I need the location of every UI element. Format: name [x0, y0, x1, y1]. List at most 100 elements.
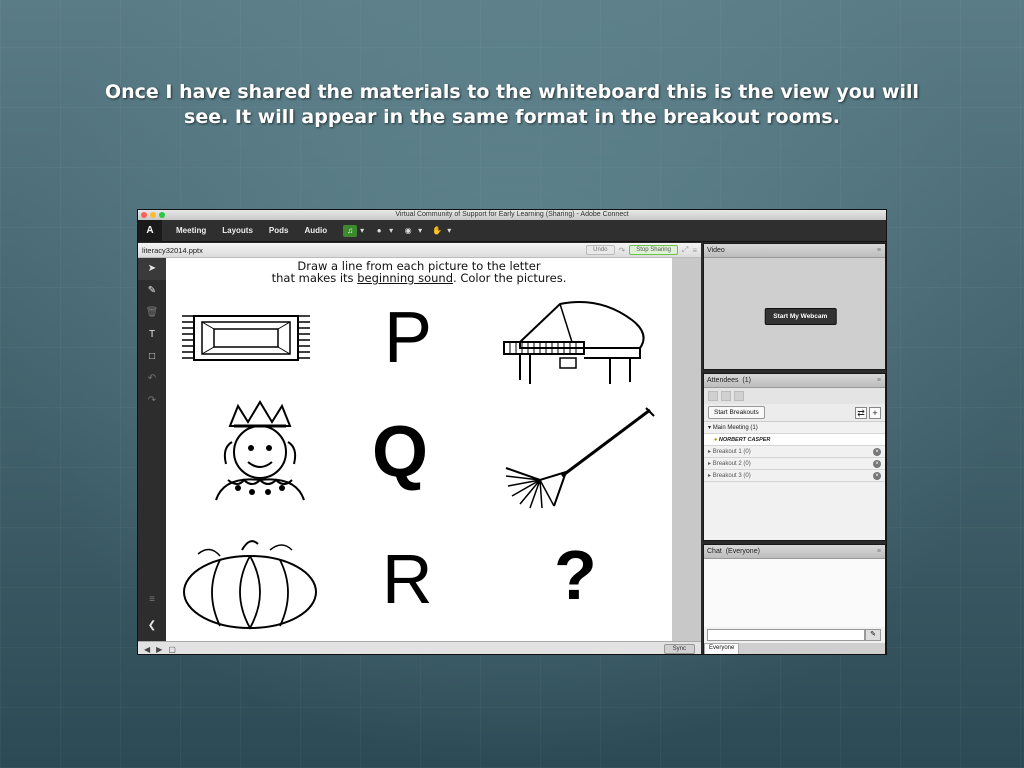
camera-control[interactable]: ◉ ▾ [401, 225, 423, 237]
attendees-pod: Attendees (1) ≡ Start Breakouts ⇄ + ▾ Ma… [703, 373, 886, 541]
speaker-control[interactable]: ♫ ▾ [343, 224, 365, 237]
raise-hand-control[interactable]: ✋ ▾ [430, 225, 451, 237]
speaker-icon: ♫ [343, 224, 358, 237]
menu-layouts[interactable]: Layouts [214, 226, 261, 235]
chat-pod-header: Chat (Everyone) ≡ [704, 545, 885, 559]
queen-picture [215, 400, 305, 501]
piano-picture [503, 301, 645, 384]
microphone-icon: ● [376, 226, 382, 235]
worksheet-instructions: Draw a line from each picture to the let… [166, 260, 672, 284]
chat-pod-title: Chat [707, 548, 722, 555]
remove-breakout-icon[interactable]: × [873, 447, 881, 456]
main-meeting-label: Main Meeting (1) [712, 424, 758, 431]
selection-tool-icon[interactable]: ➤ [138, 258, 166, 280]
workspace: literacy32014.pptx Undo ↷ Stop Sharing ⤢… [138, 243, 886, 654]
rug-picture [182, 315, 310, 361]
chevron-down-icon: ▾ [447, 226, 452, 235]
mystery-question-mark: ? [554, 536, 597, 614]
start-webcam-button[interactable]: Start My Webcam [764, 308, 837, 325]
microphone-control[interactable]: ● ▾ [372, 225, 393, 237]
close-window-button[interactable] [141, 212, 147, 218]
sort-icon[interactable] [734, 391, 744, 401]
chevron-down-icon: ▾ [360, 226, 365, 235]
pod-options-icon[interactable]: ≡ [877, 548, 881, 555]
redo-icon[interactable]: ↷ [619, 246, 626, 255]
pod-options-icon[interactable]: ≡ [877, 377, 881, 384]
menu-pods[interactable]: Pods [261, 226, 297, 235]
undo-tool-icon[interactable]: ↶ [138, 368, 166, 390]
delete-tool-icon[interactable]: 🗑 [138, 302, 166, 324]
chat-messages [704, 559, 885, 627]
chat-input[interactable] [707, 629, 865, 641]
zoom-window-button[interactable] [159, 212, 165, 218]
collapse-toolbar-icon[interactable]: ❮ [138, 615, 166, 637]
video-area: Start My Webcam [704, 258, 885, 369]
shape-tool-icon[interactable]: □ [138, 346, 166, 368]
share-pod-footer: ◀ ▶ ▢ Sync [138, 641, 701, 654]
chat-scope: (Everyone) [725, 548, 760, 555]
instruction-pre: that makes its [271, 271, 358, 285]
instruction-underlined: beginning sound [357, 271, 454, 285]
window-titlebar: Virtual Community of Support for Early L… [138, 210, 886, 220]
page-list-icon[interactable]: ▢ [168, 645, 176, 654]
breakout-room-row[interactable]: ▸ Breakout 1 (0) × [704, 446, 885, 458]
worksheet-document: Draw a line from each picture to the let… [166, 258, 672, 641]
attendee-row[interactable]: ● NORBERT CASPER [704, 434, 885, 446]
letter-p: P [384, 298, 433, 378]
pumpkin-picture [183, 540, 317, 630]
chevron-down-icon: ▾ [389, 226, 394, 235]
redo-tool-icon[interactable]: ↷ [138, 390, 166, 412]
breakout-room-label: Breakout 2 (0) [712, 460, 751, 467]
whiteboard-toolbar: ➤ ✎ 🗑 T □ ↶ ↷ ≡ ❮ [138, 258, 166, 641]
pod-menu-icon[interactable]: ≡ [692, 246, 697, 255]
shuffle-icon[interactable]: ⇄ [855, 406, 867, 419]
fullscreen-icon[interactable]: ⤢ [682, 245, 688, 255]
video-pod-header: Video ≡ [704, 244, 885, 258]
breakout-tree: ▾ Main Meeting (1) ● NORBERT CASPER ▸ Br… [704, 422, 885, 482]
menu-meeting[interactable]: Meeting [168, 226, 214, 235]
raise-hand-icon: ✋ [432, 226, 443, 235]
adobe-logo-icon: A [138, 219, 162, 242]
stop-sharing-button[interactable]: Stop Sharing [629, 245, 678, 255]
rake-picture [505, 407, 655, 509]
camera-icon: ◉ [404, 226, 412, 235]
breakout-controls: Start Breakouts ⇄ + [704, 404, 885, 422]
video-pod-title: Video [707, 247, 725, 254]
breakout-room-label: Breakout 1 (0) [712, 448, 751, 455]
text-tool-icon[interactable]: T [138, 324, 166, 346]
letter-q: Q [372, 412, 429, 492]
attendees-pod-title: Attendees [707, 377, 739, 384]
attendee-name: NORBERT CASPER [718, 436, 771, 443]
list-view-icon[interactable] [708, 391, 718, 401]
next-page-icon[interactable]: ▶ [156, 645, 162, 654]
breakout-room-row[interactable]: ▸ Breakout 3 (0) × [704, 470, 885, 482]
add-breakout-icon[interactable]: + [869, 406, 881, 419]
minimize-window-button[interactable] [150, 212, 156, 218]
instruction-post: . Color the pictures. [453, 271, 567, 285]
right-pods: Video ≡ Start My Webcam Attendees (1) ≡ [703, 243, 886, 654]
sync-button[interactable]: Sync [663, 644, 695, 654]
attendees-pod-header: Attendees (1) ≡ [704, 374, 885, 388]
start-breakouts-button[interactable]: Start Breakouts [708, 406, 765, 419]
send-message-icon[interactable]: ✎ [865, 629, 881, 641]
window-controls [141, 212, 165, 218]
undo-button[interactable]: Undo [586, 245, 615, 255]
letter-r: R [382, 540, 433, 618]
layers-icon[interactable]: ≡ [138, 589, 166, 611]
main-meeting-row[interactable]: ▾ Main Meeting (1) [704, 422, 885, 434]
shared-file-name: literacy32014.pptx [142, 245, 203, 255]
adobe-connect-window: Virtual Community of Support for Early L… [137, 209, 887, 655]
chat-tab-everyone[interactable]: Everyone [704, 643, 740, 654]
breakout-room-row[interactable]: ▸ Breakout 2 (0) × [704, 458, 885, 470]
remove-breakout-icon[interactable]: × [873, 471, 881, 480]
breakout-view-icon[interactable] [721, 391, 731, 401]
pencil-tool-icon[interactable]: ✎ [138, 280, 166, 302]
remove-breakout-icon[interactable]: × [873, 459, 881, 468]
document-scroll-area[interactable] [672, 258, 701, 641]
attendees-count: (1) [742, 377, 751, 384]
previous-page-icon[interactable]: ◀ [144, 645, 150, 654]
chevron-down-icon: ▾ [418, 226, 423, 235]
menu-audio[interactable]: Audio [296, 226, 335, 235]
attendee-view-toolbar [704, 388, 885, 404]
pod-options-icon[interactable]: ≡ [877, 247, 881, 254]
